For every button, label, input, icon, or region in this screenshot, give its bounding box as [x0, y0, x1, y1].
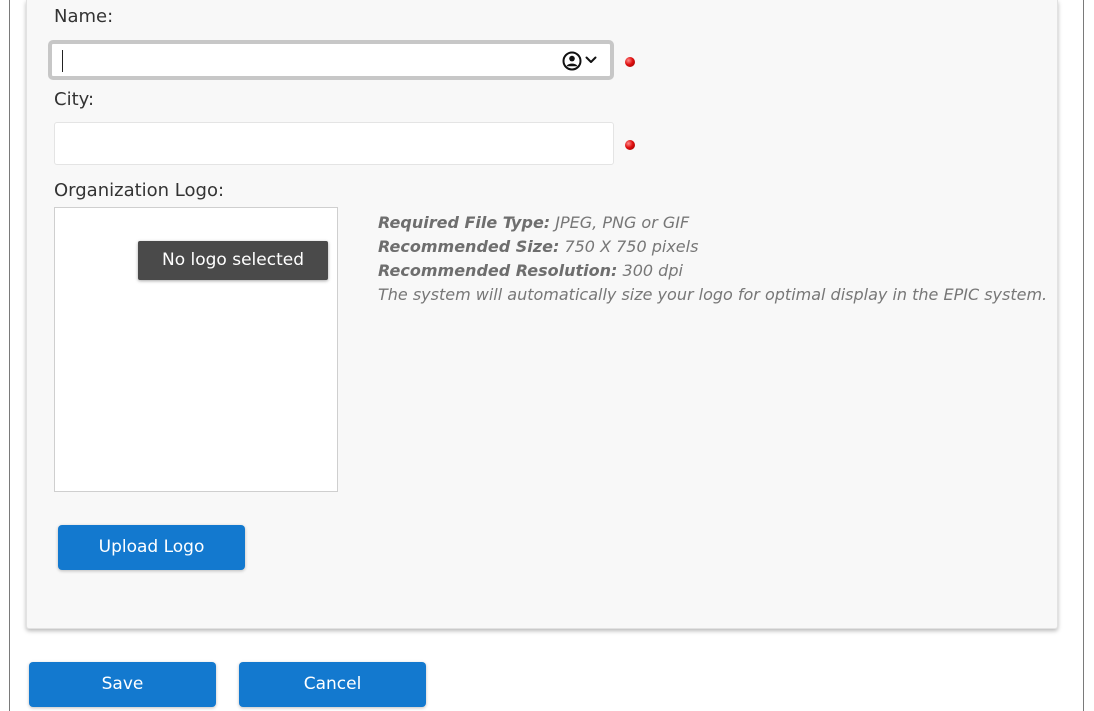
window-edge-left — [9, 0, 10, 711]
name-input[interactable] — [58, 47, 538, 73]
size-label: Recommended Size: — [378, 237, 560, 256]
city-input[interactable] — [55, 123, 613, 164]
logo-requirements: Required File Type: JPEG, PNG or GIF Rec… — [378, 211, 1048, 307]
save-button[interactable]: Save — [29, 662, 216, 707]
city-required-icon — [625, 140, 635, 150]
file-type-value: JPEG, PNG or GIF — [555, 213, 690, 232]
upload-logo-button[interactable]: Upload Logo — [58, 525, 245, 570]
window-edge-right — [1083, 0, 1084, 711]
name-field[interactable] — [48, 40, 614, 80]
resolution-value: 300 dpi — [622, 261, 683, 280]
name-required-icon — [625, 57, 635, 67]
name-label: Name: — [54, 6, 114, 27]
no-logo-tooltip: No logo selected — [138, 241, 328, 280]
logo-size-note: The system will automatically size your … — [378, 285, 1048, 304]
organization-form-page: Name: City: Organization Logo: No logo s… — [0, 0, 1094, 711]
logo-label: Organization Logo: — [54, 180, 225, 201]
resolution-label: Recommended Resolution: — [378, 261, 618, 280]
resolution-row: Recommended Resolution: 300 dpi — [378, 259, 1048, 283]
text-caret — [62, 50, 63, 72]
size-row: Recommended Size: 750 X 750 pixels — [378, 235, 1048, 259]
person-circle-icon[interactable] — [562, 51, 582, 71]
size-value: 750 X 750 pixels — [564, 237, 699, 256]
file-type-label: Required File Type: — [378, 213, 551, 232]
cancel-button[interactable]: Cancel — [239, 662, 426, 707]
city-label: City: — [54, 89, 95, 110]
file-type-row: Required File Type: JPEG, PNG or GIF — [378, 211, 1048, 235]
chevron-down-icon[interactable] — [585, 55, 597, 65]
city-field[interactable] — [54, 122, 614, 165]
